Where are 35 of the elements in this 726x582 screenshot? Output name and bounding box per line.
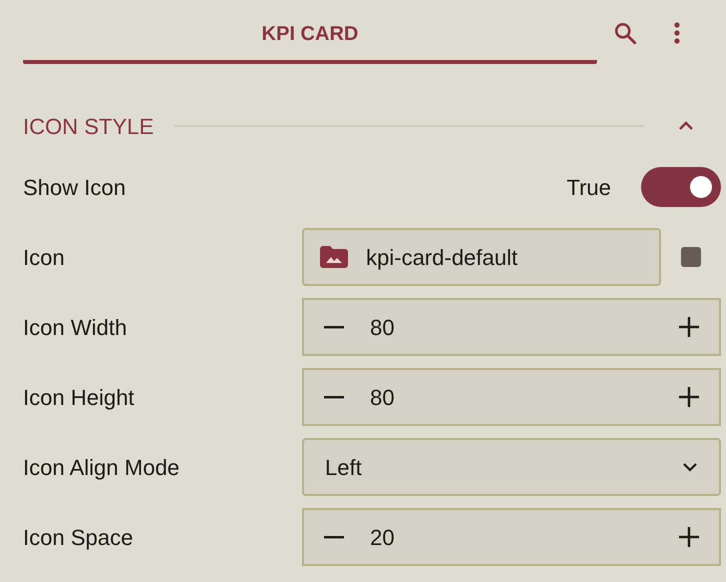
minus-icon [324, 396, 344, 398]
number-field[interactable]: 80 [302, 298, 721, 356]
tab[interactable]: KPI CARD [23, 16, 597, 64]
file-field[interactable]: kpi-card-default [302, 228, 661, 286]
minus-icon [324, 536, 344, 538]
increment-button[interactable] [679, 317, 699, 337]
minus-icon [324, 326, 344, 328]
field-value: 80 [370, 314, 396, 342]
folder-image-icon [320, 246, 348, 268]
increment-button[interactable] [679, 387, 699, 407]
field-label: Show Icon [23, 174, 127, 202]
section-title: ICON STYLE [23, 112, 154, 140]
field-value: Left [325, 454, 363, 482]
field-label: Icon Width [23, 314, 128, 342]
search-icon [612, 20, 638, 46]
dropdown[interactable]: Left [302, 438, 721, 496]
more-icon [674, 22, 680, 44]
field-value: 80 [370, 384, 396, 412]
toggle-value: True [566, 174, 611, 202]
plus-icon [679, 527, 699, 547]
field-label: Icon Space [23, 524, 134, 552]
color-swatch[interactable] [681, 247, 701, 267]
toggle-switch[interactable] [641, 167, 721, 207]
field-value: 20 [370, 524, 396, 552]
increment-button[interactable] [679, 527, 699, 547]
plus-icon [679, 317, 699, 337]
number-field[interactable]: 80 [302, 368, 721, 426]
chevron-icon [678, 121, 694, 131]
number-field[interactable]: 20 [302, 508, 721, 566]
field-label: Icon [23, 244, 66, 272]
chevron-down-icon [683, 462, 697, 472]
plus-icon [679, 387, 699, 407]
field-value: kpi-card-default [366, 244, 518, 272]
field-label: Icon Height [23, 384, 136, 412]
field-label: Icon Align Mode [23, 454, 181, 482]
